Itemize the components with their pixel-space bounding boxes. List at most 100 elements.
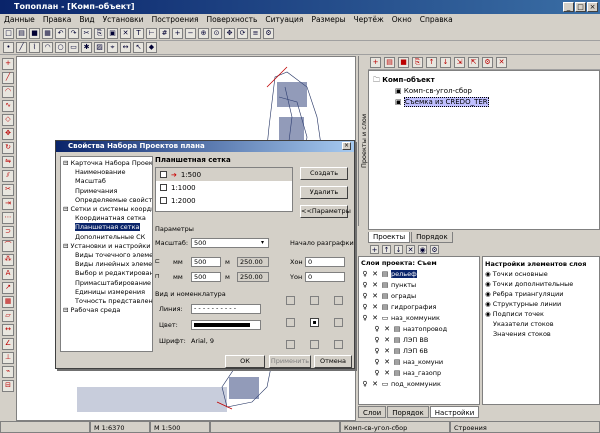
setting-item[interactable]: ◉ Структурные линии [485, 299, 597, 309]
grid-item[interactable]: 1:1000 [156, 181, 292, 194]
copy-icon[interactable]: ⎘ [94, 28, 105, 39]
join-icon[interactable]: ⊃ [2, 226, 14, 238]
bulb-icon[interactable]: ♀ [373, 325, 381, 333]
leader-icon[interactable]: ↗ [2, 282, 14, 294]
grid-checkbox[interactable] [160, 184, 167, 191]
scale-select[interactable]: 500 [191, 238, 269, 248]
zoom-all-icon[interactable]: ⊙ [211, 28, 222, 39]
tab-layer-order[interactable]: Порядок [387, 406, 429, 418]
list-item[interactable]: ♀ ✕ ▤ наз_газопр [359, 367, 479, 378]
layer-props-icon[interactable]: ⚙ [430, 245, 439, 254]
font-value[interactable]: Arial, 9 [191, 336, 214, 346]
tree-item[interactable]: Координатная сетка [63, 214, 150, 223]
bulb-icon[interactable]: ♀ [361, 303, 369, 311]
layer-delete-icon[interactable]: ✕ [406, 245, 415, 254]
lock-icon[interactable]: ✕ [383, 358, 391, 366]
ok-button[interactable]: ОК [225, 355, 265, 368]
copy-project-icon[interactable]: ⎘ [412, 57, 423, 68]
apply-button[interactable]: Применить [269, 355, 311, 368]
move-down-icon[interactable]: ↓ [440, 57, 451, 68]
point-icon[interactable]: • [3, 42, 14, 53]
tree-group[interactable]: ⊟ Сетки и системы координат [63, 205, 152, 214]
delete-icon[interactable]: ✕ [120, 28, 131, 39]
mirror-icon[interactable]: ⇋ [2, 156, 14, 168]
lock-icon[interactable]: ✕ [371, 314, 379, 322]
refresh-icon[interactable]: ⟳ [237, 28, 248, 39]
tab-layers[interactable]: Слои [358, 406, 387, 418]
save-project-icon[interactable]: ■ [398, 57, 409, 68]
eye-icon[interactable]: ◉ [485, 300, 493, 308]
menu-settings[interactable]: Установки [103, 14, 144, 26]
layers-icon[interactable]: ≡ [250, 28, 261, 39]
tree-item[interactable]: Дополнительные СК [63, 233, 150, 242]
tree-item[interactable]: Примасштабирование [63, 279, 151, 288]
tree-item[interactable]: ▣ Съемка из CREDO_TER [373, 97, 595, 108]
list-item[interactable]: ♀ ✕ ▭ под_коммуник [359, 378, 479, 389]
elevation-icon[interactable]: ⊥ [2, 352, 14, 364]
cut-icon[interactable]: ✂ [81, 28, 92, 39]
circle-icon[interactable]: ○ [55, 42, 66, 53]
add-project-icon[interactable]: + [370, 57, 381, 68]
menu-situation[interactable]: Ситуация [265, 14, 303, 26]
distance-icon[interactable]: ↔ [2, 324, 14, 336]
grid-item[interactable]: ➔ 1:500 [156, 168, 292, 181]
open-project-icon[interactable]: ▤ [384, 57, 395, 68]
parameters-button[interactable]: <<Параметры [300, 205, 351, 218]
select-icon[interactable]: ↖ [133, 42, 144, 53]
dialog-close-icon[interactable]: × [342, 142, 351, 150]
tab-order[interactable]: Порядок [411, 232, 453, 243]
list-item[interactable]: ♀ ✕ ▤ гидрография [359, 301, 479, 312]
bulb-icon[interactable]: ♀ [373, 358, 381, 366]
lock-icon[interactable]: ✕ [383, 369, 391, 377]
properties-icon[interactable]: ⚙ [263, 28, 274, 39]
undo-icon[interactable]: ↶ [55, 28, 66, 39]
layer-down-icon[interactable]: ↓ [394, 245, 403, 254]
list-item[interactable]: ♀ ✕ ▤ пункты [359, 279, 479, 290]
eye-icon[interactable]: ◉ [485, 280, 493, 288]
expand-icon[interactable]: ⊟ [63, 242, 71, 250]
bulb-icon[interactable]: ♀ [361, 270, 369, 278]
fillet-icon[interactable]: ⌒ [2, 240, 14, 252]
move-icon[interactable]: ✥ [2, 128, 14, 140]
menu-data[interactable]: Данные [4, 14, 35, 26]
zoom-in-icon[interactable]: + [172, 28, 183, 39]
lock-icon[interactable]: ✕ [371, 270, 379, 278]
extend-icon[interactable]: ⇥ [2, 198, 14, 210]
menu-view[interactable]: Вид [79, 14, 94, 26]
dimension-icon[interactable]: ⊢ [146, 28, 157, 39]
pos-left[interactable] [286, 318, 295, 327]
expand-icon[interactable]: ⊟ [63, 205, 71, 213]
text-icon[interactable]: T [133, 28, 144, 39]
layer-add-icon[interactable]: + [370, 245, 379, 254]
pos-bottom[interactable] [310, 340, 319, 349]
tree-item[interactable]: Выбор и редактирование [63, 269, 152, 278]
export-icon[interactable]: ⇱ [468, 57, 479, 68]
list-item[interactable]: ♀ ✕ ▤ наз_комуни [359, 356, 479, 367]
menu-drawing[interactable]: Чертёж [354, 14, 384, 26]
grid-checkbox[interactable] [160, 171, 167, 178]
menu-dimensions[interactable]: Размеры [311, 14, 345, 26]
tree-item[interactable]: Планшетная сетка [63, 223, 150, 232]
line-style-select[interactable]: - - - - - - - - - - [191, 304, 261, 314]
bulb-icon[interactable]: ♀ [373, 347, 381, 355]
y0-input[interactable]: 0 [305, 272, 345, 282]
tree-item[interactable]: Примечания [63, 187, 150, 196]
pos-top-right[interactable] [334, 296, 343, 305]
projects-layers-vertical-tab[interactable]: Проекты и слои [358, 56, 368, 226]
list-item[interactable]: ♀ ✕ ▤ ЛЭП ВВ [359, 334, 479, 345]
lock-icon[interactable]: ✕ [383, 336, 391, 344]
create-button[interactable]: Создать [300, 167, 348, 180]
pos-top-left[interactable] [286, 296, 295, 305]
lock-icon[interactable]: ✕ [383, 347, 391, 355]
new-icon[interactable]: □ [3, 28, 14, 39]
tree-item[interactable]: Определяемые свойства [63, 196, 152, 205]
lock-icon[interactable]: ✕ [371, 380, 379, 388]
eye-icon[interactable]: ◉ [485, 290, 493, 298]
list-item[interactable]: ♀ ✕ ▤ ЛЭП 6В [359, 345, 479, 356]
grid-icon[interactable]: # [159, 28, 170, 39]
pos-bottom-right[interactable] [334, 340, 343, 349]
layer-up-icon[interactable]: ↑ [382, 245, 391, 254]
eye-icon[interactable]: ◉ [485, 270, 493, 278]
save-icon[interactable]: ■ [29, 28, 40, 39]
minimize-button[interactable]: _ [563, 2, 574, 12]
